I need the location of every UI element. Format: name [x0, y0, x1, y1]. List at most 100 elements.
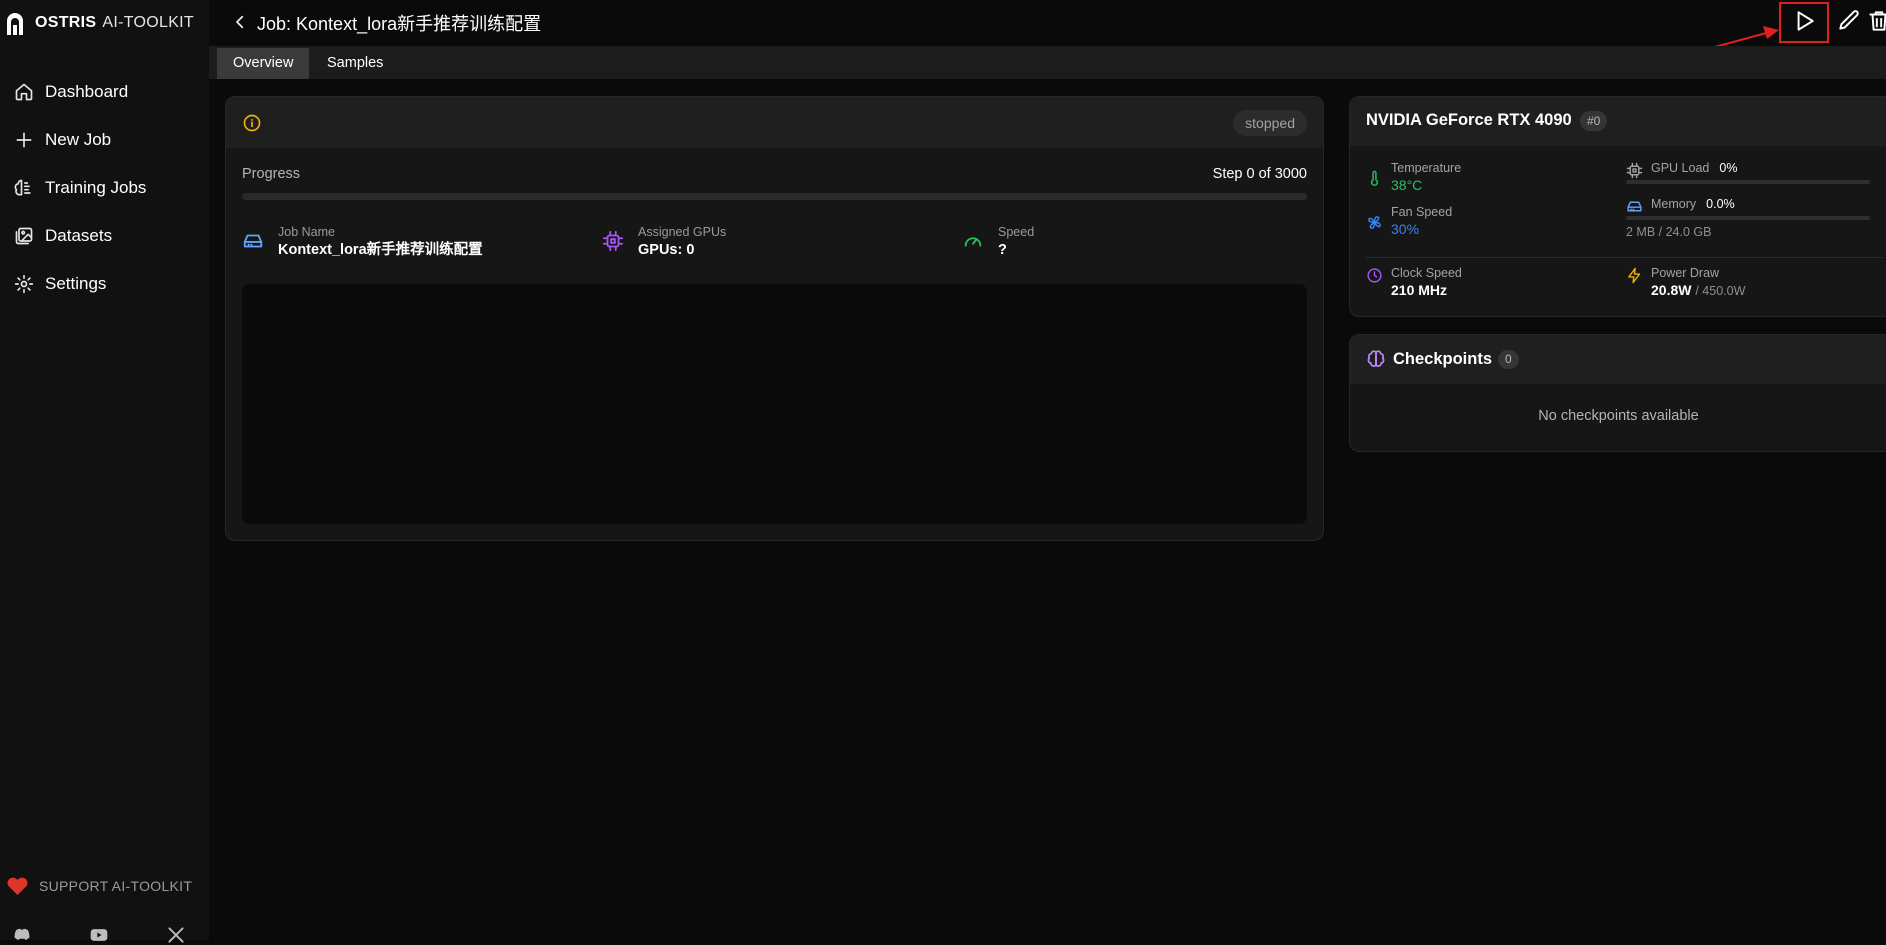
clock-speed-label: Clock Speed: [1391, 266, 1462, 280]
discord-icon[interactable]: [12, 925, 32, 945]
power-draw-max: / 450.0W: [1695, 284, 1746, 298]
gpu-load-value: 0%: [1719, 161, 1738, 175]
cpu-icon: [602, 230, 624, 252]
gpu-fan-speed: Fan Speed 30%: [1366, 204, 1452, 238]
home-icon: [14, 82, 34, 102]
gpu-clock-speed: Clock Speed 210 MHz: [1366, 265, 1462, 299]
brand[interactable]: OSTRIS AI-TOOLKIT: [4, 10, 194, 36]
gpu-name: NVIDIA GeForce RTX 4090: [1366, 111, 1572, 129]
thermometer-icon: [1366, 170, 1383, 187]
drive-icon: [242, 230, 264, 252]
job-name-label: Job Name: [278, 225, 335, 239]
assigned-gpus-value: GPUs: 0: [638, 242, 695, 258]
x-icon[interactable]: [166, 925, 186, 945]
info-icon: [242, 113, 262, 133]
job-name-value: Kontext_lora新手推荐训练配置: [278, 242, 483, 258]
temperature-label: Temperature: [1391, 161, 1462, 175]
edit-button[interactable]: [1836, 8, 1862, 34]
checkpoints-header: Checkpoints 0: [1350, 335, 1886, 384]
gpu-divider: [1366, 257, 1884, 258]
tab-overview[interactable]: Overview: [217, 48, 310, 79]
power-draw-line: 20.8W / 450.0W: [1651, 281, 1745, 300]
ostris-logo-icon: [4, 10, 26, 36]
stat-job-name: Job Name Kontext_lora新手推荐训练配置: [242, 224, 483, 260]
gpu-load-label: GPU Load 0%: [1651, 160, 1737, 176]
gpu-card: NVIDIA GeForce RTX 4090 #0 Temperature 3…: [1349, 96, 1886, 317]
memory-label: Memory 0.0%: [1651, 196, 1735, 212]
checkpoints-empty-state: No checkpoints available: [1538, 408, 1699, 424]
memory-label-text: Memory: [1651, 197, 1697, 211]
stat-speed: Speed ?: [962, 224, 1034, 260]
speed-value: ?: [998, 242, 1007, 258]
checkpoints-title: Checkpoints: [1393, 350, 1493, 368]
brain-icon: [14, 178, 34, 198]
memory-icon: [1626, 198, 1643, 215]
sidebar-item-training-jobs[interactable]: Training Jobs: [0, 164, 209, 212]
fan-speed-label: Fan Speed: [1391, 205, 1453, 219]
memory-bar: [1626, 216, 1870, 220]
power-draw-value: 20.8W: [1651, 282, 1692, 298]
delete-button[interactable]: [1866, 8, 1886, 34]
edit-icon: [1839, 10, 1859, 30]
checkpoints-count-badge: 0: [1498, 350, 1519, 369]
assigned-gpus-label: Assigned GPUs: [638, 225, 727, 239]
sidebar-item-settings[interactable]: Settings: [0, 260, 209, 308]
status-badge: stopped: [1233, 110, 1307, 136]
sidebar: OSTRIS AI-TOOLKIT Dashboard New Job Trai…: [0, 0, 209, 943]
speed-label: Speed: [998, 225, 1035, 239]
sidebar-item-datasets[interactable]: Datasets: [0, 212, 209, 260]
sidebar-item-dashboard[interactable]: Dashboard: [0, 68, 209, 116]
back-chevron-icon[interactable]: [231, 12, 249, 32]
sidebar-nav: Dashboard New Job Training Jobs Datasets…: [0, 68, 209, 308]
power-draw-label: Power Draw: [1651, 266, 1720, 280]
brand-secondary: AI-TOOLKIT: [102, 14, 194, 31]
gpu-temperature: Temperature 38°C: [1366, 160, 1461, 194]
temperature-value: 38°C: [1391, 177, 1423, 193]
gear-icon: [14, 274, 34, 294]
sidebar-item-label: Settings: [45, 274, 107, 293]
progress-bar: [242, 193, 1307, 200]
social-links: [12, 925, 243, 945]
sidebar-item-label: Dashboard: [45, 82, 129, 101]
lightning-icon: [1626, 267, 1643, 284]
sidebar-item-label: Training Jobs: [45, 178, 147, 197]
gpu-load: GPU Load 0%: [1626, 160, 1737, 179]
tab-samples[interactable]: Samples: [311, 48, 399, 79]
gpu-index-badge: #0: [1580, 111, 1608, 131]
gpu-card-header: NVIDIA GeForce RTX 4090 #0: [1350, 97, 1886, 146]
heart-icon: [6, 875, 29, 896]
trash-icon: [1869, 11, 1886, 31]
progress-label: Progress: [242, 166, 301, 182]
youtube-icon[interactable]: [89, 925, 109, 945]
plus-icon: [14, 130, 34, 150]
page-title: Job: Kontext_lora新手推荐训练配置: [257, 14, 542, 34]
images-icon: [14, 226, 34, 246]
fan-speed-value: 30%: [1391, 221, 1420, 237]
memory-value: 0.0%: [1706, 197, 1735, 211]
chip-icon: [1626, 162, 1643, 179]
gpu-power-draw: Power Draw 20.8W / 450.0W: [1626, 265, 1745, 300]
brain-icon: [1366, 349, 1386, 369]
gpu-load-label-text: GPU Load: [1651, 161, 1710, 175]
log-output[interactable]: [242, 284, 1307, 524]
sidebar-item-new-job[interactable]: New Job: [0, 116, 209, 164]
job-card-header: stopped: [226, 97, 1323, 148]
support-link[interactable]: SUPPORT AI-TOOLKIT: [6, 875, 192, 896]
sidebar-item-label: Datasets: [45, 226, 113, 245]
gauge-icon: [962, 230, 984, 252]
support-label: SUPPORT AI-TOOLKIT: [39, 877, 193, 894]
job-overview-card: stopped Progress Step 0 of 3000 Job Name…: [225, 96, 1324, 541]
progress-step: Step 0 of 3000: [1212, 166, 1307, 182]
clock-icon: [1366, 267, 1383, 284]
tab-bar: Overview Samples: [209, 46, 1886, 79]
annotation-highlight-box: [1779, 2, 1829, 43]
clock-speed-value: 210 MHz: [1391, 282, 1448, 298]
sidebar-item-label: New Job: [45, 130, 112, 149]
brand-primary: OSTRIS: [35, 14, 97, 31]
memory-detail: 2 MB / 24.0 GB: [1626, 225, 1712, 239]
checkpoints-card: Checkpoints 0 No checkpoints available: [1349, 334, 1886, 452]
stat-assigned-gpus: Assigned GPUs GPUs: 0: [602, 224, 726, 260]
gpu-memory: Memory 0.0%: [1626, 196, 1735, 215]
fan-icon: [1366, 214, 1383, 231]
gpu-load-bar: [1626, 180, 1870, 184]
